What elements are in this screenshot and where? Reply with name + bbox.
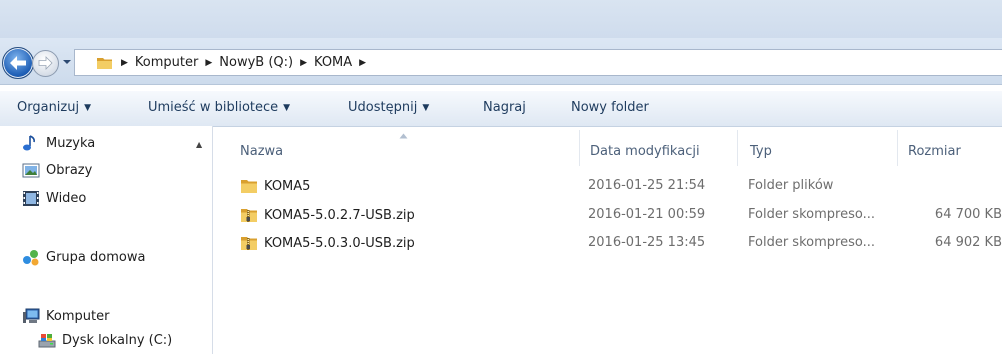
chevron-right-icon[interactable]: ▶	[300, 58, 307, 68]
drive-icon	[38, 334, 56, 348]
arrow-left-icon	[10, 56, 26, 70]
column-header-size[interactable]: Rozmiar	[908, 144, 961, 159]
chevron-down-icon: ▼	[283, 103, 291, 113]
file-date: 2016-01-25 21:54	[588, 178, 706, 193]
zip-folder-icon	[241, 237, 257, 250]
breadcrumb-drive[interactable]: NowyB (Q:)	[219, 55, 293, 70]
column-divider[interactable]	[897, 130, 898, 166]
list-item[interactable]: KOMA5 2016-01-25 21:54 Folder plików	[226, 175, 1002, 197]
organize-label: Organizuj	[17, 100, 80, 115]
column-header-date[interactable]: Data modyfikacji	[590, 144, 700, 159]
sidebar-item-music[interactable]: Muzyka	[22, 135, 95, 152]
chevron-down-icon: ▼	[422, 103, 430, 113]
new-folder-button[interactable]: Nowy folder	[571, 100, 649, 115]
sidebar-item-label: Dysk lokalny (C:)	[62, 333, 173, 348]
file-name: KOMA5-5.0.3.0-USB.zip	[264, 235, 415, 251]
sidebar-item-pictures[interactable]: Obrazy	[22, 162, 92, 179]
sidebar-item-local-disk[interactable]: Dysk lokalny (C:)	[38, 332, 172, 349]
chevron-right-icon[interactable]: ▶	[121, 58, 128, 68]
recent-pages-dropdown-icon[interactable]	[61, 57, 73, 67]
column-header-name[interactable]: Nazwa	[240, 144, 283, 159]
sidebar-item-label: Wideo	[46, 191, 87, 206]
address-bar[interactable]: ▶ Komputer ▶ NowyB (Q:) ▶ KOMA ▶	[74, 49, 1002, 76]
list-item[interactable]: KOMA5-5.0.2.7-USB.zip 2016-01-21 00:59 F…	[226, 204, 1002, 226]
sidebar-item-label: Muzyka	[46, 136, 96, 151]
folder-icon	[241, 180, 257, 193]
file-name-cell: KOMA5-5.0.2.7-USB.zip	[240, 207, 415, 223]
sidebar-item-label: Grupa domowa	[46, 250, 146, 265]
breadcrumb-computer[interactable]: Komputer	[135, 55, 198, 70]
zip-folder-icon	[241, 209, 257, 222]
organize-button[interactable]: Organizuj ▼	[17, 100, 91, 115]
folder-icon	[97, 57, 112, 69]
chevron-right-icon[interactable]: ▶	[359, 58, 366, 68]
chevron-right-icon[interactable]: ▶	[205, 58, 212, 68]
file-size: 64 700 KB	[934, 207, 1002, 222]
chevron-down-icon: ▼	[84, 103, 92, 113]
column-header-type[interactable]: Typ	[750, 144, 772, 159]
file-type: Folder plików	[748, 178, 834, 193]
scroll-up-icon[interactable]: ▲	[196, 140, 202, 149]
file-date: 2016-01-25 13:45	[588, 235, 706, 250]
forward-button[interactable]	[32, 50, 59, 77]
file-name-cell: KOMA5-5.0.3.0-USB.zip	[240, 235, 415, 251]
new-folder-label: Nowy folder	[571, 100, 649, 115]
share-button[interactable]: Udostępnij ▼	[348, 100, 429, 115]
file-date: 2016-01-21 00:59	[588, 207, 706, 222]
sidebar-item-computer[interactable]: Komputer	[22, 308, 109, 325]
column-divider[interactable]	[737, 130, 738, 166]
file-name-cell: KOMA5	[240, 178, 310, 194]
include-in-library-label: Umieść w bibliotece	[148, 100, 279, 115]
sidebar-item-label: Komputer	[46, 309, 110, 324]
title-bar	[0, 0, 1002, 38]
file-type: Folder skompreso...	[748, 235, 875, 250]
list-item[interactable]: KOMA5-5.0.3.0-USB.zip 2016-01-25 13:45 F…	[226, 232, 1002, 254]
music-icon	[23, 135, 35, 151]
file-type: Folder skompreso...	[748, 207, 875, 222]
sidebar-item-label: Obrazy	[46, 163, 93, 178]
column-divider[interactable]	[579, 130, 580, 166]
file-name: KOMA5-5.0.2.7-USB.zip	[264, 207, 415, 223]
homegroup-icon	[23, 250, 39, 266]
pictures-icon	[22, 163, 40, 178]
file-name: KOMA5	[264, 178, 311, 194]
back-button[interactable]	[2, 47, 34, 79]
breadcrumb-folder[interactable]: KOMA	[314, 55, 352, 70]
sidebar-item-video[interactable]: Wideo	[22, 190, 86, 207]
include-in-library-button[interactable]: Umieść w bibliotece ▼	[148, 100, 290, 115]
share-label: Udostępnij	[348, 100, 418, 115]
arrow-right-icon	[38, 56, 53, 70]
computer-icon	[23, 308, 40, 323]
video-icon	[23, 191, 39, 206]
sidebar-item-homegroup[interactable]: Grupa domowa	[22, 249, 145, 266]
burn-button[interactable]: Nagraj	[483, 100, 526, 115]
burn-label: Nagraj	[483, 100, 526, 115]
sort-ascending-icon	[399, 133, 408, 139]
file-size: 64 902 KB	[934, 235, 1002, 250]
